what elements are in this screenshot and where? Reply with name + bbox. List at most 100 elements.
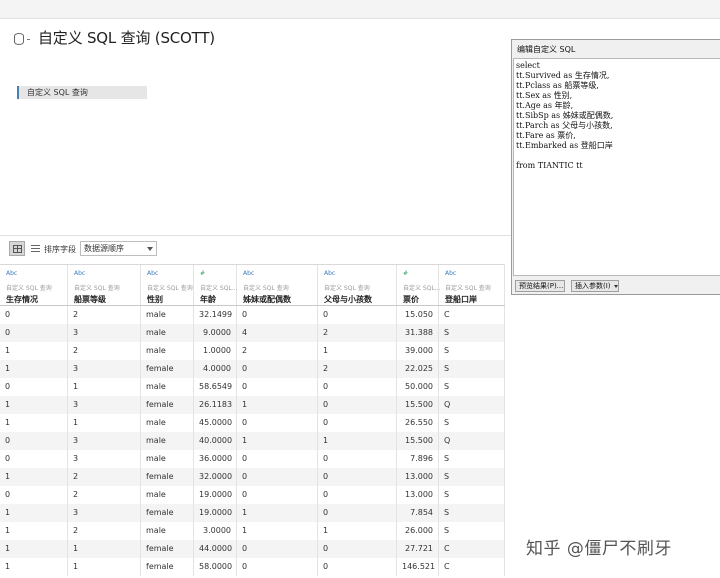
- table-cell: 39.000: [397, 342, 439, 360]
- table-cell: 0: [237, 540, 318, 558]
- column-name: 姊妹或配偶数: [243, 295, 291, 304]
- table-cell: 9.0000: [194, 324, 237, 342]
- table-row: 0 2 male 19.0000 0 0 13.000 S: [0, 486, 505, 504]
- column-name: 年龄: [200, 295, 216, 304]
- column-source: 自定义 SQL 查询: [445, 285, 491, 292]
- table-row: 0 3 male 36.0000 0 0 7.896 S: [0, 450, 505, 468]
- table-row: 0 1 male 58.6549 0 0 50.000 S: [0, 378, 505, 396]
- table-cell: male: [141, 522, 194, 540]
- table-row: 1 2 female 32.0000 0 0 13.000 S: [0, 468, 505, 486]
- table-cell: C: [439, 306, 505, 324]
- table-cell: male: [141, 342, 194, 360]
- column-header[interactable]: # 自定义 SQL... 票价: [397, 265, 441, 305]
- table-cell: female: [141, 468, 194, 486]
- table-cell: 13.000: [397, 486, 439, 504]
- table-row: 0 3 male 9.0000 4 2 31.388 S: [0, 324, 505, 342]
- table-row: 1 1 male 45.0000 0 0 26.550 S: [0, 414, 505, 432]
- table-row: 0 2 male 32.1499 0 0 15.050 C: [0, 306, 505, 324]
- table-cell: S: [439, 324, 505, 342]
- column-source: 自定义 SQL...: [403, 285, 441, 292]
- table-cell: 1: [0, 540, 68, 558]
- table-cell: 3: [68, 450, 141, 468]
- string-type-icon[interactable]: Abc: [147, 270, 158, 277]
- table-cell: 0: [237, 558, 318, 576]
- table-row: 1 3 female 26.1183 1 0 15.500 Q: [0, 396, 505, 414]
- table-cell: 1: [68, 378, 141, 396]
- string-type-icon[interactable]: Abc: [445, 270, 456, 277]
- number-type-icon[interactable]: #: [200, 270, 205, 277]
- column-header[interactable]: Abc 自定义 SQL 查询 性别: [141, 265, 194, 305]
- table-cell: 26.1183: [194, 396, 237, 414]
- edit-custom-sql-dialog: 编辑自定义 SQL select tt.Survived as 生存情况, tt…: [511, 39, 720, 295]
- table-cell: 7.854: [397, 504, 439, 522]
- window-top-bar: [0, 0, 720, 19]
- table-cell: 26.000: [397, 522, 439, 540]
- custom-sql-table-tag[interactable]: 自定义 SQL 查询: [17, 86, 147, 99]
- watermark: 知乎 @僵尸不刷牙: [526, 539, 672, 559]
- table-cell: female: [141, 396, 194, 414]
- string-type-icon[interactable]: Abc: [6, 270, 17, 277]
- table-cell: 0: [318, 486, 397, 504]
- table-cell: 1: [318, 522, 397, 540]
- column-source: 自定义 SQL...: [200, 285, 238, 292]
- table-cell: female: [141, 540, 194, 558]
- string-type-icon[interactable]: Abc: [243, 270, 254, 277]
- table-cell: 0: [318, 540, 397, 558]
- grid-view-button[interactable]: [9, 241, 25, 256]
- column-name: 性别: [147, 295, 163, 304]
- table-cell: 2: [68, 486, 141, 504]
- table-cell: S: [439, 342, 505, 360]
- preview-results-button[interactable]: 预览结果(P)...: [515, 280, 565, 292]
- dialog-title: 编辑自定义 SQL: [517, 45, 576, 54]
- insert-parameter-button[interactable]: 插入参数(I): [571, 280, 619, 292]
- data-rows: 0 2 male 32.1499 0 0 15.050 C 0 3 male 9.0000 4 2 31.3…: [0, 306, 505, 576]
- table-cell: 58.6549: [194, 378, 237, 396]
- column-header[interactable]: # 自定义 SQL... 年龄: [194, 265, 238, 305]
- table-cell: male: [141, 432, 194, 450]
- table-cell: 1: [318, 432, 397, 450]
- number-type-icon[interactable]: #: [403, 270, 408, 277]
- table-cell: S: [439, 414, 505, 432]
- table-cell: 1: [0, 504, 68, 522]
- table-cell: 2: [68, 468, 141, 486]
- table-cell: 3: [68, 360, 141, 378]
- string-type-icon[interactable]: Abc: [324, 270, 335, 277]
- chevron-down-icon: [147, 247, 153, 251]
- chevron-down-icon: [613, 284, 618, 288]
- table-cell: female: [141, 504, 194, 522]
- table-cell: 3: [68, 432, 141, 450]
- table-cell: 1: [68, 558, 141, 576]
- string-type-icon[interactable]: Abc: [74, 270, 85, 277]
- column-name: 船票等级: [74, 295, 106, 304]
- table-cell: 0: [318, 378, 397, 396]
- table-cell: 2: [237, 342, 318, 360]
- table-cell: S: [439, 522, 505, 540]
- table-cell: 1: [0, 342, 68, 360]
- sort-field-label: 排序字段: [44, 245, 76, 254]
- column-header[interactable]: Abc 自定义 SQL 查询 船票等级: [68, 265, 141, 305]
- table-cell: 32.1499: [194, 306, 237, 324]
- table-cell: Q: [439, 432, 505, 450]
- list-view-button[interactable]: [27, 241, 43, 256]
- table-cell: 1: [237, 432, 318, 450]
- table-cell: 1: [237, 504, 318, 522]
- column-source: 自定义 SQL 查询: [243, 285, 289, 292]
- table-cell: 0: [318, 468, 397, 486]
- table-cell: C: [439, 540, 505, 558]
- table-cell: 0: [318, 414, 397, 432]
- table-cell: 15.050: [397, 306, 439, 324]
- column-header[interactable]: Abc 自定义 SQL 查询 父母与小孩数: [318, 265, 397, 305]
- sort-field-select[interactable]: 数据源顺序: [80, 241, 157, 256]
- table-cell: C: [439, 558, 505, 576]
- table-row: 1 3 female 19.0000 1 0 7.854 S: [0, 504, 505, 522]
- table-cell: 0: [0, 378, 68, 396]
- grid-toolbar: 排序字段 数据源顺序: [0, 238, 505, 260]
- column-source: 自定义 SQL 查询: [74, 285, 120, 292]
- column-header[interactable]: Abc 自定义 SQL 查询 生存情况: [0, 265, 68, 305]
- sql-editor[interactable]: select tt.Survived as 生存情况, tt.Pclass as…: [513, 58, 720, 276]
- table-row: 1 1 female 58.0000 0 0 146.521 C: [0, 558, 505, 576]
- column-header[interactable]: Abc 自定义 SQL 查询 登船口岸: [439, 265, 505, 305]
- table-cell: 0: [318, 306, 397, 324]
- table-cell: 1: [0, 396, 68, 414]
- column-header[interactable]: Abc 自定义 SQL 查询 姊妹或配偶数: [237, 265, 318, 305]
